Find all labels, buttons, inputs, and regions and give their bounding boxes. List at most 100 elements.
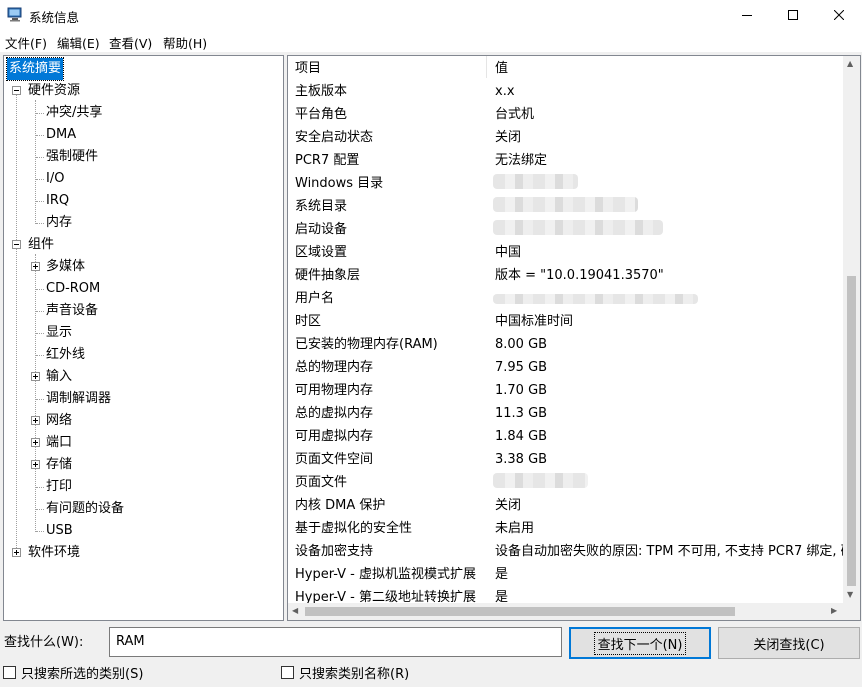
tree-line xyxy=(36,399,44,400)
scroll-down-icon[interactable]: ▼ xyxy=(847,590,853,600)
column-header-item[interactable]: 项目 xyxy=(295,57,321,80)
tree-item-problem-devices[interactable]: 有问题的设备 xyxy=(44,498,126,520)
tree-item-sound-device[interactable]: 声音设备 xyxy=(44,300,100,322)
scroll-left-icon[interactable]: ◀ xyxy=(292,606,298,616)
row-item: 设备加密支持 xyxy=(295,544,374,559)
tree-item-hardware[interactable]: 硬件资源 xyxy=(26,80,82,102)
tree-line xyxy=(35,100,36,224)
menu-view[interactable]: 查看(V) xyxy=(109,33,152,52)
tree-item-forced-hardware[interactable]: 强制硬件 xyxy=(44,146,100,168)
tree-item-label: 输入 xyxy=(46,369,73,384)
tree-line xyxy=(36,333,44,334)
tree-item-components[interactable]: 组件 xyxy=(26,234,56,256)
tree-item-network[interactable]: 网络 xyxy=(44,410,74,432)
expand-icon[interactable] xyxy=(31,460,40,469)
minimize-button[interactable] xyxy=(724,0,770,30)
find-input[interactable]: RAM xyxy=(109,627,562,657)
row-item: 可用虚拟内存 xyxy=(295,429,374,444)
tree-item-storage[interactable]: 存储 xyxy=(44,454,74,476)
list-row[interactable]: Hyper-V - 虚拟机监视模式扩展 是 xyxy=(288,563,844,586)
details-list[interactable]: 项目 值 主板版本 x.x 平台角色 台式机 安全启动状态 关闭 PCR7 配置 无法绑定 Wi… xyxy=(287,55,861,621)
tree-item-modem[interactable]: 调制解调器 xyxy=(44,388,113,410)
tree-item-software-environment[interactable]: 软件环境 xyxy=(26,542,82,564)
close-icon xyxy=(834,10,844,20)
maximize-button[interactable] xyxy=(770,0,816,30)
checkbox-box[interactable] xyxy=(281,665,294,679)
column-header-value[interactable]: 值 xyxy=(495,57,508,80)
list-row[interactable]: 总的物理内存 7.95 GB xyxy=(288,356,844,379)
row-item: 内核 DMA 保护 xyxy=(295,498,386,513)
menu-help[interactable]: 帮助(H) xyxy=(163,33,207,52)
row-value: 7.95 GB xyxy=(495,360,548,375)
redacted-value xyxy=(493,197,638,212)
list-row[interactable]: 内核 DMA 保护 关闭 xyxy=(288,494,844,517)
tree-item-display[interactable]: 显示 xyxy=(44,322,74,344)
list-row[interactable]: 平台角色 台式机 xyxy=(288,103,844,126)
category-tree[interactable]: 系统摘要 硬件资源 冲突/共享 DMA 强制硬件 I/O IRQ 内存 组件 多… xyxy=(3,55,284,621)
row-item: 主板版本 xyxy=(295,84,348,99)
vertical-scrollbar[interactable]: ▲ ▼ xyxy=(843,56,860,604)
tree-line xyxy=(16,90,17,554)
tree-item-conflicts[interactable]: 冲突/共享 xyxy=(44,102,104,124)
horizontal-scroll-thumb[interactable] xyxy=(305,607,735,616)
list-row[interactable]: 区域设置 中国 xyxy=(288,241,844,264)
row-item: 系统目录 xyxy=(295,199,348,214)
tree-item-irq[interactable]: IRQ xyxy=(44,190,71,212)
row-item: 已安装的物理内存(RAM) xyxy=(295,337,438,352)
list-row[interactable]: 已安装的物理内存(RAM) 8.00 GB xyxy=(288,333,844,356)
row-item: 平台角色 xyxy=(295,107,348,122)
list-row[interactable]: PCR7 配置 无法绑定 xyxy=(288,149,844,172)
tree-item-ports[interactable]: 端口 xyxy=(44,432,74,454)
row-item: 硬件抽象层 xyxy=(295,268,361,283)
expand-icon[interactable] xyxy=(31,262,40,271)
list-row[interactable]: 设备加密支持 设备自动加密失败的原因: TPM 不可用, 不支持 PCR7 绑定,… xyxy=(288,540,854,563)
menu-edit[interactable]: 编辑(E) xyxy=(57,33,100,52)
list-row[interactable]: 安全启动状态 关闭 xyxy=(288,126,844,149)
find-label: 查找什么(W): xyxy=(4,635,84,650)
checkbox-box[interactable] xyxy=(3,665,16,679)
tree-item-dma[interactable]: DMA xyxy=(44,124,78,146)
expand-icon[interactable] xyxy=(31,416,40,425)
list-row[interactable]: 页面文件空间 3.38 GB xyxy=(288,448,844,471)
tree-item-input[interactable]: 输入 xyxy=(44,366,74,388)
column-divider[interactable] xyxy=(486,56,487,78)
expand-icon[interactable] xyxy=(12,548,21,557)
tree-item-cdrom[interactable]: CD-ROM xyxy=(44,278,102,300)
menu-file[interactable]: 文件(F) xyxy=(5,33,47,52)
list-row[interactable]: 硬件抽象层 版本 = "10.0.19041.3570" xyxy=(288,264,844,287)
close-find-label: 关闭查找(C) xyxy=(753,637,825,653)
tree-item-io[interactable]: I/O xyxy=(44,168,66,190)
tree-item-label: 软件环境 xyxy=(28,545,81,560)
list-row[interactable]: 时区 中国标准时间 xyxy=(288,310,844,333)
expand-icon[interactable] xyxy=(31,438,40,447)
list-row[interactable]: 可用虚拟内存 1.84 GB xyxy=(288,425,844,448)
collapse-icon[interactable] xyxy=(12,86,21,95)
tree-item-infrared[interactable]: 红外线 xyxy=(44,344,87,366)
collapse-icon[interactable] xyxy=(12,240,21,249)
expand-icon[interactable] xyxy=(31,372,40,381)
close-button[interactable] xyxy=(816,0,862,30)
list-row[interactable]: 基于虚拟化的安全性 未启用 xyxy=(288,517,844,540)
tree-line xyxy=(36,509,44,510)
row-value: x.x xyxy=(495,84,515,99)
search-selected-category-checkbox[interactable]: 只搜索所选的类别(S) xyxy=(3,663,143,682)
tree-item-memory[interactable]: 内存 xyxy=(44,212,74,234)
close-find-button[interactable]: 关闭查找(C) xyxy=(718,627,860,659)
search-category-names-checkbox[interactable]: 只搜索类别名称(R) xyxy=(281,663,409,682)
find-next-button[interactable]: 查找下一个(N) xyxy=(569,627,711,659)
title-bar: 系统信息 xyxy=(0,0,862,30)
tree-item-system-summary[interactable]: 系统摘要 xyxy=(5,57,65,81)
vertical-scroll-thumb[interactable] xyxy=(847,276,856,586)
tree-item-usb[interactable]: USB xyxy=(44,520,75,542)
tree-item-printing[interactable]: 打印 xyxy=(44,476,74,498)
tree-item-multimedia[interactable]: 多媒体 xyxy=(44,256,87,278)
list-row[interactable]: 主板版本 x.x xyxy=(288,80,844,103)
scroll-up-icon[interactable]: ▲ xyxy=(847,59,853,69)
horizontal-scrollbar[interactable]: ◀ ▶ xyxy=(288,603,844,620)
tree-item-label: 组件 xyxy=(28,237,55,252)
list-row[interactable]: 可用物理内存 1.70 GB xyxy=(288,379,844,402)
scroll-right-icon[interactable]: ▶ xyxy=(831,606,837,616)
tree-line xyxy=(36,289,44,290)
list-row[interactable]: 总的虚拟内存 11.3 GB xyxy=(288,402,844,425)
row-item: Hyper-V - 虚拟机监视模式扩展 xyxy=(295,567,477,582)
